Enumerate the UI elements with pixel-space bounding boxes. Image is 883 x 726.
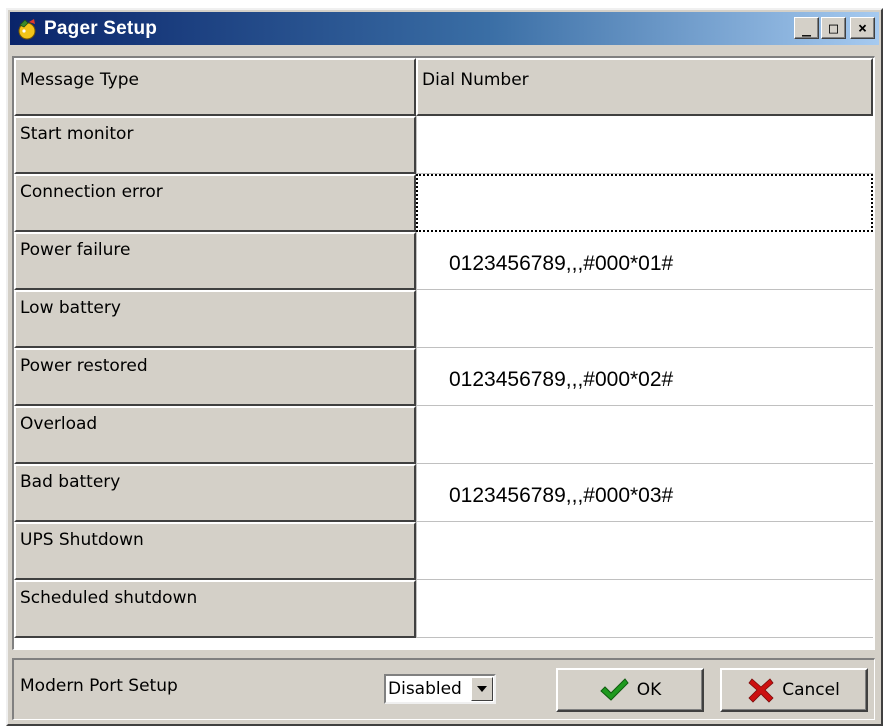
table-row: Low battery xyxy=(14,290,873,348)
modem-port-label: Modern Port Setup xyxy=(20,676,178,696)
pager-app-icon xyxy=(14,16,40,42)
ok-label: OK xyxy=(636,680,662,700)
dial-number-cell[interactable] xyxy=(416,406,873,464)
dial-number-cell[interactable]: 0123456789,,,#000*02# xyxy=(416,348,873,406)
dial-number-cell[interactable] xyxy=(416,290,873,348)
pager-setup-window: Pager Setup _ □ × Message Type Dial Numb… xyxy=(6,8,883,726)
row-label[interactable]: Overload xyxy=(14,406,416,464)
dial-number-cell[interactable]: 0123456789,,,#000*03# xyxy=(416,464,873,522)
grid-header-row: Message Type Dial Number xyxy=(14,58,873,116)
maximize-button[interactable]: □ xyxy=(821,17,846,39)
checkmark-icon xyxy=(599,677,629,703)
cancel-button[interactable]: Cancel xyxy=(720,668,868,712)
row-label[interactable]: Power failure xyxy=(14,232,416,290)
row-label[interactable]: Power restored xyxy=(14,348,416,406)
table-row: Power restored 0123456789,,,#000*02# xyxy=(14,348,873,406)
pager-grid: Message Type Dial Number Start monitor C… xyxy=(12,56,875,650)
row-label[interactable]: Low battery xyxy=(14,290,416,348)
table-row: UPS Shutdown xyxy=(14,522,873,580)
cancel-label: Cancel xyxy=(782,680,840,700)
window-controls: _ □ × xyxy=(792,17,875,39)
dial-number-cell[interactable] xyxy=(416,580,873,638)
header-dial-number[interactable]: Dial Number xyxy=(416,58,873,116)
modem-port-select[interactable]: Disabled xyxy=(384,674,496,704)
close-button[interactable]: × xyxy=(850,17,875,39)
table-row: Connection error xyxy=(14,174,873,232)
table-row: Power failure 0123456789,,,#000*01# xyxy=(14,232,873,290)
triangle-down-icon[interactable] xyxy=(471,677,493,701)
row-label[interactable]: Connection error xyxy=(14,174,416,232)
dial-number-cell[interactable] xyxy=(416,522,873,580)
dial-number-cell[interactable]: 0123456789,,,#000*01# xyxy=(416,232,873,290)
title-bar[interactable]: Pager Setup _ □ × xyxy=(10,12,879,45)
row-label[interactable]: UPS Shutdown xyxy=(14,522,416,580)
table-row: Overload xyxy=(14,406,873,464)
table-row: Start monitor xyxy=(14,116,873,174)
window-title: Pager Setup xyxy=(44,17,158,39)
header-message-type[interactable]: Message Type xyxy=(14,58,416,116)
footer-bar: Modern Port Setup Disabled OK Cancel xyxy=(12,658,875,720)
row-label[interactable]: Start monitor xyxy=(14,116,416,174)
ok-button[interactable]: OK xyxy=(556,668,704,712)
row-label[interactable]: Bad battery xyxy=(14,464,416,522)
row-label[interactable]: Scheduled shutdown xyxy=(14,580,416,638)
table-row: Scheduled shutdown xyxy=(14,580,873,638)
minimize-button[interactable]: _ xyxy=(794,17,819,39)
table-row: Bad battery 0123456789,,,#000*03# xyxy=(14,464,873,522)
dial-number-cell-focused[interactable] xyxy=(416,174,873,232)
x-icon xyxy=(748,677,774,703)
dial-number-cell[interactable] xyxy=(416,116,873,174)
select-value[interactable]: Disabled xyxy=(386,679,471,699)
